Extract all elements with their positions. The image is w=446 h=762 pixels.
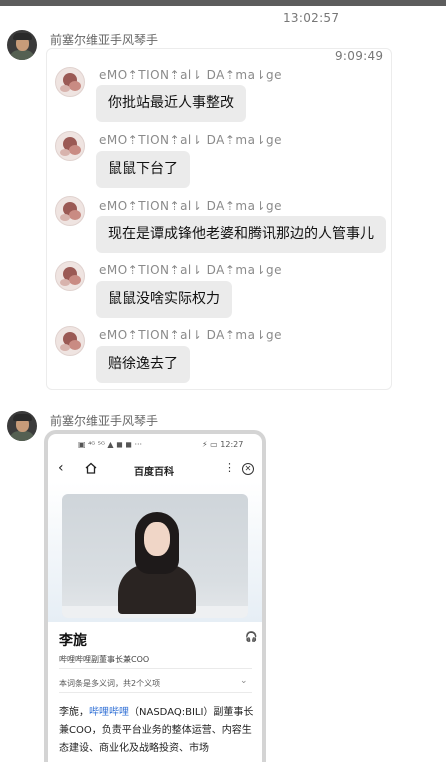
entry-name: 李旎: [59, 633, 87, 649]
contact-avatar[interactable]: [55, 196, 85, 226]
headset-icon: 🎧: [245, 632, 258, 643]
message-bubble[interactable]: 你批站最近人事整改: [96, 85, 246, 122]
contact-avatar[interactable]: [55, 131, 85, 161]
profile-photo: [62, 494, 248, 618]
multi-meaning-note: 本词条是多义词，共2个义项: [59, 679, 161, 688]
summary-start: 李旎，: [59, 707, 89, 718]
sender-avatar[interactable]: [7, 30, 37, 60]
more-icon: ⋮: [224, 461, 235, 474]
message-bubble[interactable]: 鼠鼠下台了: [96, 151, 190, 188]
contact-nickname: eMO⇡TION⇡al⇂ DA⇡ma⇂ge: [99, 199, 283, 213]
status-icons-left: ▣ ⁴ᴳ ⁵ᴳ ▲ ◼ ◼ ···: [78, 440, 143, 449]
contact-nickname: eMO⇡TION⇡al⇂ DA⇡ma⇂ge: [99, 68, 283, 82]
message-bubble[interactable]: 现在是谭成锋他老婆和腾讯那边的人管事儿: [96, 216, 386, 253]
home-icon: [85, 462, 97, 474]
divider: [59, 692, 252, 693]
chevron-down-icon: ⌄: [240, 676, 248, 686]
contact-nickname: eMO⇡TION⇡al⇂ DA⇡ma⇂ge: [99, 328, 283, 342]
contact-avatar[interactable]: [55, 261, 85, 291]
status-icons-right: ⚡ ▭ 12:27: [202, 440, 244, 449]
nav-title: 百度百科: [134, 467, 174, 478]
sender-name: 前塞尔维亚手风琴手: [50, 33, 159, 47]
divider: [59, 668, 252, 669]
sender-avatar[interactable]: [7, 411, 37, 441]
screenshot-image-message[interactable]: ▣ ⁴ᴳ ⁵ᴳ ▲ ◼ ◼ ··· ⚡ ▭ 12:27 ‹ 百度百科 ⋮ ✕ 李…: [44, 430, 266, 762]
message-timestamp: 13:02:57: [283, 11, 340, 25]
contact-nickname: eMO⇡TION⇡al⇂ DA⇡ma⇂ge: [99, 133, 283, 147]
phone-status-bar: ▣ ⁴ᴳ ⁵ᴳ ▲ ◼ ◼ ··· ⚡ ▭ 12:27: [48, 434, 262, 454]
message-bubble[interactable]: 鼠鼠没啥实际权力: [96, 281, 232, 318]
contact-nickname: eMO⇡TION⇡al⇂ DA⇡ma⇂ge: [99, 263, 283, 277]
close-icon: ✕: [242, 463, 254, 475]
contact-avatar[interactable]: [55, 67, 85, 97]
contact-avatar[interactable]: [55, 326, 85, 356]
message-bubble[interactable]: 赔徐逸去了: [96, 346, 190, 383]
sender-name: 前塞尔维亚手风琴手: [50, 414, 159, 428]
forwarded-timestamp: 9:09:49: [335, 49, 384, 63]
profile-hero: [48, 482, 262, 622]
entry-subtitle: 哔哩哔哩副董事长兼COO: [59, 655, 150, 664]
back-icon: ‹: [58, 460, 64, 476]
entry-summary: 李旎，哔哩哔哩（NASDAQ:BILI）副董事长兼COO，负责平台业务的整体运营…: [59, 704, 255, 758]
summary-link: 哔哩哔哩: [89, 707, 129, 718]
window-top-bar: [0, 0, 446, 6]
baike-nav-bar: ‹ 百度百科 ⋮ ✕: [48, 456, 262, 484]
